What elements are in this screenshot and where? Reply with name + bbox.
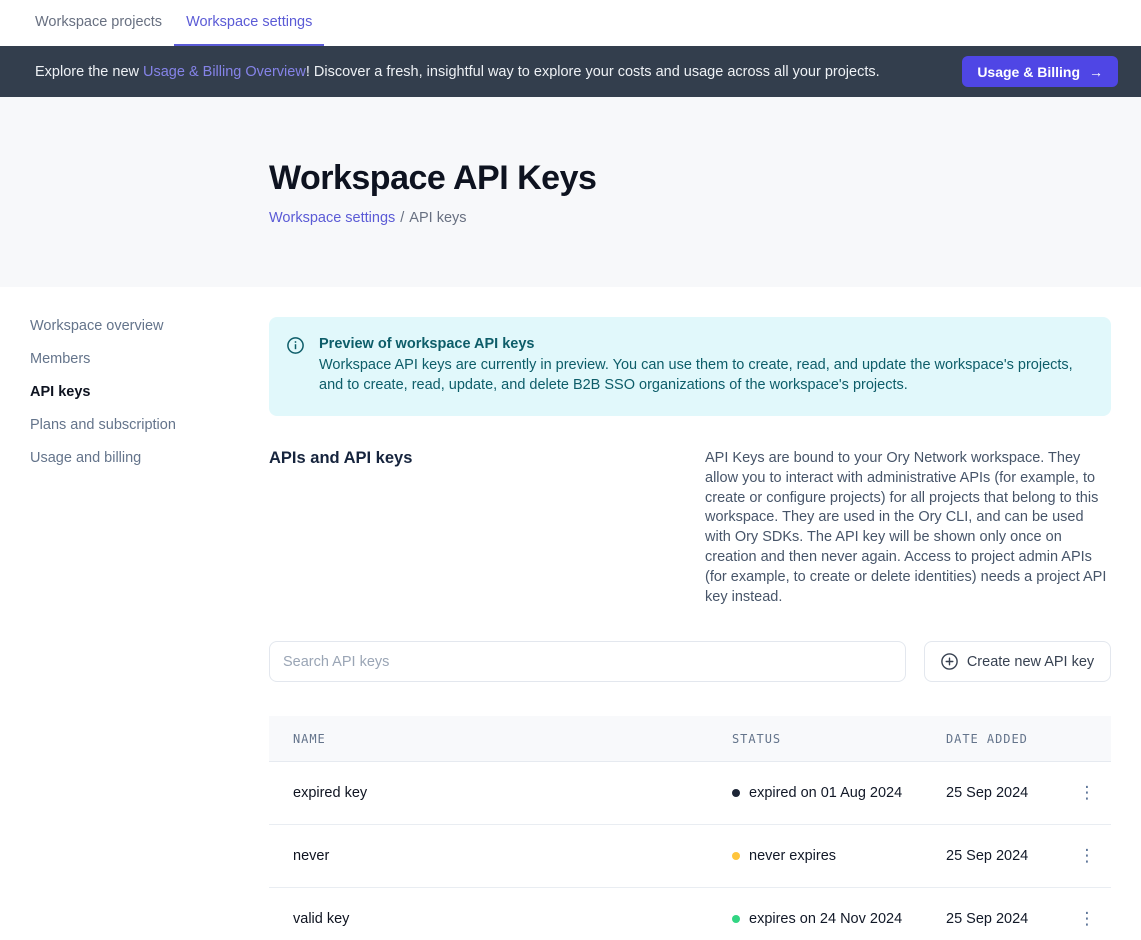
- main-layout: Workspace overview Members API keys Plan…: [0, 287, 1141, 940]
- status-dot-icon: [732, 852, 740, 860]
- row-actions: ⋮: [1063, 781, 1111, 806]
- sidebar-item-api-keys[interactable]: API keys: [30, 385, 269, 399]
- banner-text-before: Explore the new: [35, 64, 143, 80]
- sidebar-item-usage-billing[interactable]: Usage and billing: [30, 451, 269, 465]
- status-text: never expires: [749, 848, 836, 864]
- api-key-date-added: 25 Sep 2024: [946, 848, 1063, 864]
- sidebar-item-workspace-overview[interactable]: Workspace overview: [30, 319, 269, 333]
- plus-circle-icon: [941, 653, 958, 670]
- status-dot-icon: [732, 789, 740, 797]
- section-heading: APIs and API keys: [269, 449, 412, 607]
- table-row: valid key expires on 24 Nov 2024 25 Sep …: [269, 888, 1111, 940]
- settings-sidebar: Workspace overview Members API keys Plan…: [0, 287, 269, 940]
- status-dot-icon: [732, 915, 740, 923]
- top-nav: Workspace projects Workspace settings: [0, 0, 1141, 46]
- preview-note-content: Preview of workspace API keys Workspace …: [319, 336, 1087, 395]
- api-key-name: never: [269, 848, 732, 864]
- page-header: Workspace API Keys Workspace settings / AP…: [0, 97, 1141, 287]
- table-toolbar: Create new API key: [269, 641, 1111, 682]
- api-key-name: expired key: [269, 785, 732, 801]
- table-row: expired key expired on 01 Aug 2024 25 Se…: [269, 762, 1111, 825]
- sidebar-item-plans-subscription[interactable]: Plans and subscription: [30, 418, 269, 432]
- create-api-key-button-label: Create new API key: [967, 654, 1094, 670]
- api-key-status: expires on 24 Nov 2024: [732, 911, 946, 927]
- preview-note-title: Preview of workspace API keys: [319, 336, 1087, 352]
- tab-workspace-projects[interactable]: Workspace projects: [23, 0, 174, 46]
- tab-workspace-settings[interactable]: Workspace settings: [174, 0, 324, 46]
- api-key-date-added: 25 Sep 2024: [946, 785, 1063, 801]
- usage-billing-overview-link[interactable]: Usage & Billing Overview: [143, 64, 306, 80]
- api-key-status: never expires: [732, 848, 946, 864]
- section-description: API Keys are bound to your Ory Network w…: [705, 449, 1111, 607]
- breadcrumb-current: API keys: [409, 210, 466, 226]
- row-actions: ⋮: [1063, 907, 1111, 932]
- api-key-name: valid key: [269, 911, 732, 927]
- banner-message: Explore the new Usage & Billing Overview…: [35, 64, 962, 80]
- api-keys-table: NAME STATUS DATE ADDED expired key expir…: [269, 716, 1111, 940]
- usage-billing-button[interactable]: Usage & Billing →: [962, 56, 1118, 87]
- kebab-menu-icon[interactable]: ⋮: [1071, 844, 1104, 869]
- content-column: Preview of workspace API keys Workspace …: [269, 287, 1111, 940]
- usage-billing-button-label: Usage & Billing: [977, 64, 1080, 80]
- banner-text-after: ! Discover a fresh, insightful way to ex…: [306, 64, 880, 80]
- api-key-date-added: 25 Sep 2024: [946, 911, 1063, 927]
- create-api-key-button[interactable]: Create new API key: [924, 641, 1111, 682]
- sidebar-item-members[interactable]: Members: [30, 352, 269, 366]
- status-text: expired on 01 Aug 2024: [749, 785, 902, 801]
- arrow-right-icon: →: [1089, 64, 1103, 80]
- column-header-status: STATUS: [732, 732, 946, 746]
- status-text: expires on 24 Nov 2024: [749, 911, 902, 927]
- preview-note: Preview of workspace API keys Workspace …: [269, 317, 1111, 416]
- breadcrumb-separator: /: [400, 210, 404, 226]
- search-input[interactable]: [269, 641, 906, 682]
- column-header-date-added: DATE ADDED: [946, 732, 1063, 746]
- row-actions: ⋮: [1063, 844, 1111, 869]
- table-header-row: NAME STATUS DATE ADDED: [269, 716, 1111, 762]
- breadcrumb-workspace-settings-link[interactable]: Workspace settings: [269, 210, 395, 226]
- info-icon: [287, 337, 304, 395]
- kebab-menu-icon[interactable]: ⋮: [1071, 907, 1104, 932]
- page-title: Workspace API Keys: [269, 159, 1141, 198]
- breadcrumb: Workspace settings / API keys: [269, 210, 1141, 226]
- table-row: never never expires 25 Sep 2024 ⋮: [269, 825, 1111, 888]
- preview-note-body: Workspace API keys are currently in prev…: [319, 356, 1087, 395]
- apis-section: APIs and API keys API Keys are bound to …: [269, 449, 1111, 607]
- usage-billing-banner: Explore the new Usage & Billing Overview…: [0, 46, 1141, 97]
- api-key-status: expired on 01 Aug 2024: [732, 785, 946, 801]
- kebab-menu-icon[interactable]: ⋮: [1071, 781, 1104, 806]
- column-header-name: NAME: [269, 732, 732, 746]
